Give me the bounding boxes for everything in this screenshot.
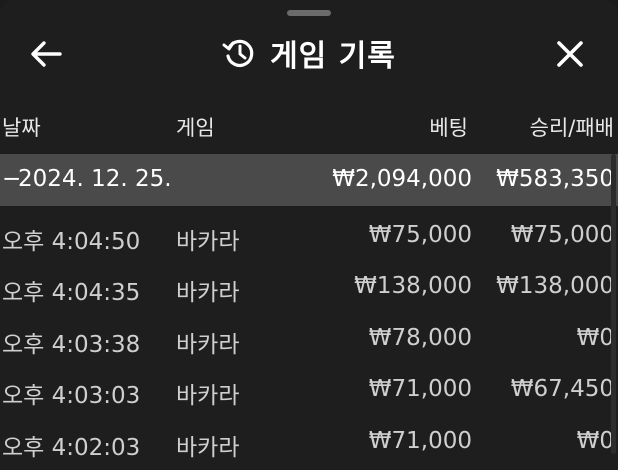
column-header-bet: 베팅 [429,116,468,140]
title-group: 게임 기록 [0,20,618,86]
row-bet: ₩138,000 [354,273,472,299]
row-bet: ₩78,000 [368,325,472,351]
table-row[interactable]: 오후 4:03:03 바카라 ₩71,000 ₩67,450 [0,364,618,416]
table-row[interactable]: 오후 4:04:35 바카라 ₩138,000 ₩138,000 [0,261,618,313]
row-bet: ₩75,000 [368,222,472,248]
total-bet: ₩2,094,000 [332,166,472,192]
scrollbar[interactable] [611,154,616,454]
row-game: 바카라 [176,383,240,409]
row-game: 바카라 [176,332,240,358]
column-header-game: 게임 [176,116,215,140]
row-time: 오후 4:03:03 [2,383,141,409]
row-game: 바카라 [176,435,240,461]
table-row[interactable]: 오후 4:02:03 바카라 ₩71,000 ₩0 [0,416,618,468]
date-label: 2024. 12. 25. [18,166,172,192]
row-result: ₩138,000 [496,273,614,299]
date-group-row[interactable]: − 2024. 12. 25. ₩2,094,000 ₩583,350 [0,154,618,206]
top-bar: 게임 기록 [0,20,618,86]
row-time: 오후 4:04:50 [2,229,141,255]
row-time: 오후 4:02:03 [2,435,141,461]
column-header-result: 승리/패배 [529,116,614,140]
row-result: ₩75,000 [510,222,614,248]
drag-handle[interactable] [287,10,331,16]
table-row[interactable]: 오후 4:03:38 바카라 ₩78,000 ₩0 [0,313,618,365]
back-button[interactable] [26,34,66,74]
column-header-date: 날짜 [2,116,41,140]
close-button[interactable] [548,34,592,74]
row-result: ₩0 [576,428,614,454]
close-icon [557,41,583,67]
row-bet: ₩71,000 [368,428,472,454]
row-time: 오후 4:04:35 [2,280,141,306]
table-header: 날짜 게임 베팅 승리/패배 [0,108,618,144]
total-result: ₩583,350 [496,166,614,192]
game-history-sheet: 게임 기록 날짜 게임 베팅 승리/패배 − 2024. 12. 25. ₩2,… [0,0,618,470]
table-row[interactable]: 오후 4:04:50 바카라 ₩75,000 ₩75,000 [0,210,618,262]
arrow-left-icon [31,41,62,67]
row-result: ₩67,450 [510,376,614,402]
row-game: 바카라 [176,280,240,306]
history-icon [222,36,256,70]
page-title: 게임 기록 [270,39,396,74]
row-time: 오후 4:03:38 [2,332,141,358]
row-bet: ₩71,000 [368,376,472,402]
row-result: ₩0 [576,325,614,351]
row-game: 바카라 [176,229,240,255]
